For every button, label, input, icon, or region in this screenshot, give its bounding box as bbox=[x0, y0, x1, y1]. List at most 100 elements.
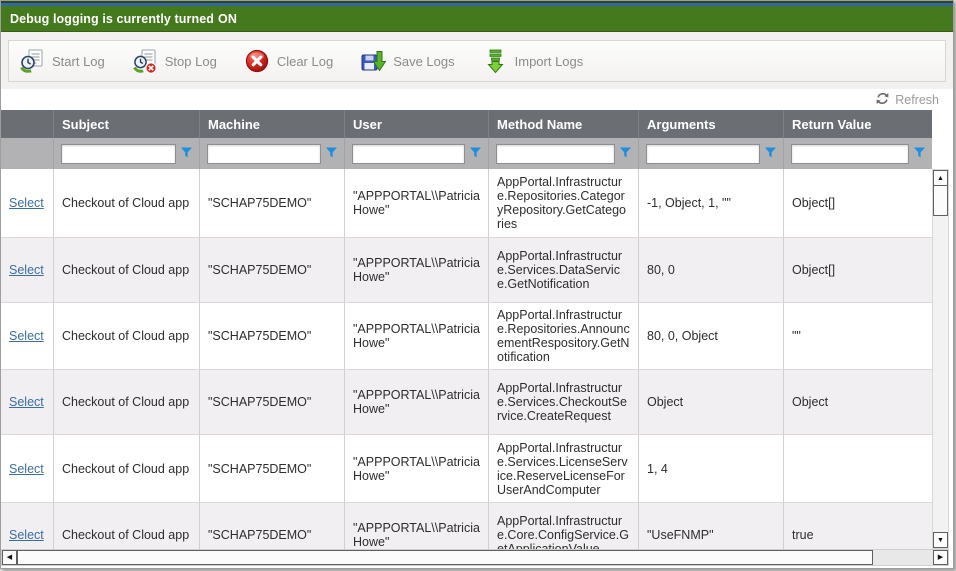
triangle-up-icon: ▲ bbox=[937, 175, 944, 182]
table-row: Select Checkout of Cloud app "SCHAP75DEM… bbox=[1, 238, 932, 303]
user-cell: "APPPORTAL\\PatriciaHowe" bbox=[345, 503, 489, 549]
table-row: Select Checkout of Cloud app "SCHAP75DEM… bbox=[1, 435, 932, 503]
stop-log-icon bbox=[132, 48, 158, 74]
filter-input-arguments[interactable] bbox=[646, 144, 760, 164]
header-subject[interactable]: Subject bbox=[54, 110, 200, 138]
grid-header-row: Subject Machine User Method Name Argumen… bbox=[1, 110, 932, 138]
stop-log-button[interactable]: Stop Log bbox=[132, 48, 217, 74]
table-row: Select Checkout of Cloud app "SCHAP75DEM… bbox=[1, 169, 932, 238]
triangle-left-icon: ◀ bbox=[7, 554, 12, 561]
arguments-cell: -1, Object, 1, "" bbox=[639, 169, 784, 237]
filter-cell-subject bbox=[54, 138, 200, 169]
filter-button-user[interactable] bbox=[465, 144, 485, 164]
import-logs-button[interactable]: Import Logs bbox=[482, 48, 584, 74]
filter-input-user[interactable] bbox=[352, 144, 465, 164]
funnel-icon bbox=[180, 146, 193, 162]
filter-cell-select bbox=[1, 138, 54, 169]
filter-button-machine[interactable] bbox=[321, 144, 341, 164]
save-logs-label: Save Logs bbox=[393, 54, 454, 69]
save-logs-button[interactable]: Save Logs bbox=[360, 48, 454, 74]
return-value-cell: "" bbox=[784, 303, 932, 369]
refresh-label: Refresh bbox=[895, 93, 939, 107]
horizontal-scrollbar-track[interactable] bbox=[17, 550, 933, 565]
filter-cell-machine bbox=[200, 138, 345, 169]
filter-input-machine[interactable] bbox=[207, 144, 321, 164]
subject-cell: Checkout of Cloud app bbox=[54, 503, 200, 549]
log-grid: Subject Machine User Method Name Argumen… bbox=[1, 110, 953, 549]
machine-cell: "SCHAP75DEMO" bbox=[200, 370, 345, 434]
horizontal-scrollbar[interactable]: ◀ ▶ bbox=[1, 549, 949, 566]
user-cell: "APPPORTAL\\PatriciaHowe" bbox=[345, 370, 489, 434]
banner-text: Debug logging is currently turned bbox=[10, 12, 214, 26]
save-logs-icon bbox=[360, 48, 386, 74]
funnel-icon bbox=[469, 146, 482, 162]
filter-button-return-value[interactable] bbox=[909, 144, 929, 164]
filter-input-return-value[interactable] bbox=[791, 144, 909, 164]
grid-rows-viewport: Select Checkout of Cloud app "SCHAP75DEM… bbox=[1, 169, 932, 549]
machine-cell: "SCHAP75DEMO" bbox=[200, 303, 345, 369]
filter-cell-user bbox=[345, 138, 489, 169]
debug-status-banner: Debug logging is currently turned ON bbox=[1, 6, 953, 32]
user-cell: "APPPORTAL\\PatriciaHowe" bbox=[345, 303, 489, 369]
method-name-cell: AppPortal.Infrastructure.Services.Licens… bbox=[489, 435, 639, 502]
scroll-up-button[interactable]: ▲ bbox=[933, 170, 948, 186]
refresh-button[interactable]: Refresh bbox=[876, 92, 939, 108]
clear-log-icon bbox=[244, 48, 270, 74]
scroll-left-button[interactable]: ◀ bbox=[2, 550, 17, 565]
header-arguments[interactable]: Arguments bbox=[639, 110, 784, 138]
start-log-button[interactable]: Start Log bbox=[19, 48, 105, 74]
start-log-label: Start Log bbox=[52, 54, 105, 69]
arguments-cell: Object bbox=[639, 370, 784, 434]
header-machine[interactable]: Machine bbox=[200, 110, 345, 138]
filter-button-method-name[interactable] bbox=[615, 144, 635, 164]
filter-input-subject[interactable] bbox=[61, 144, 176, 164]
select-link[interactable]: Select bbox=[9, 329, 44, 343]
filter-input-method-name[interactable] bbox=[496, 144, 615, 164]
method-name-cell: AppPortal.Infrastructure.Services.Checko… bbox=[489, 370, 639, 434]
user-cell: "APPPORTAL\\PatriciaHowe" bbox=[345, 169, 489, 237]
vertical-scrollbar-thumb[interactable] bbox=[933, 186, 948, 216]
method-name-cell: AppPortal.Infrastructure.Repositories.An… bbox=[489, 303, 639, 369]
select-link[interactable]: Select bbox=[9, 395, 44, 409]
select-link[interactable]: Select bbox=[9, 528, 44, 542]
clear-log-button[interactable]: Clear Log bbox=[244, 48, 333, 74]
header-user[interactable]: User bbox=[345, 110, 489, 138]
subject-cell: Checkout of Cloud app bbox=[54, 238, 200, 302]
machine-cell: "SCHAP75DEMO" bbox=[200, 169, 345, 237]
refresh-icon bbox=[876, 92, 889, 108]
scroll-right-button[interactable]: ▶ bbox=[933, 550, 948, 565]
select-link[interactable]: Select bbox=[9, 462, 44, 476]
scroll-down-button[interactable]: ▼ bbox=[933, 532, 948, 548]
grid-filter-row bbox=[1, 138, 932, 169]
toolbar-container: Start Log Stop Log bbox=[1, 32, 953, 89]
filter-button-subject[interactable] bbox=[176, 144, 196, 164]
funnel-icon bbox=[764, 146, 777, 162]
return-value-cell bbox=[784, 435, 932, 502]
machine-cell: "SCHAP75DEMO" bbox=[200, 503, 345, 549]
filter-button-arguments[interactable] bbox=[760, 144, 780, 164]
table-row: Select Checkout of Cloud app "SCHAP75DEM… bbox=[1, 503, 932, 549]
user-cell: "APPPORTAL\\PatriciaHowe" bbox=[345, 238, 489, 302]
machine-cell: "SCHAP75DEMO" bbox=[200, 435, 345, 502]
import-logs-icon bbox=[482, 48, 508, 74]
table-row: Select Checkout of Cloud app "SCHAP75DEM… bbox=[1, 303, 932, 370]
table-row: Select Checkout of Cloud app "SCHAP75DEM… bbox=[1, 370, 932, 435]
horizontal-scrollbar-thumb[interactable] bbox=[17, 550, 873, 565]
select-link[interactable]: Select bbox=[9, 196, 44, 210]
grid-actions-bar: Refresh bbox=[1, 89, 953, 110]
header-method-name[interactable]: Method Name bbox=[489, 110, 639, 138]
header-return-value[interactable]: Return Value bbox=[784, 110, 932, 138]
start-log-icon bbox=[19, 48, 45, 74]
vertical-scrollbar-track[interactable] bbox=[933, 216, 948, 532]
subject-cell: Checkout of Cloud app bbox=[54, 169, 200, 237]
method-name-cell: AppPortal.Infrastructure.Core.ConfigServ… bbox=[489, 503, 639, 549]
vertical-scrollbar[interactable]: ▲ ▼ bbox=[932, 169, 949, 549]
header-select bbox=[1, 110, 54, 138]
select-link[interactable]: Select bbox=[9, 263, 44, 277]
filter-cell-arguments bbox=[639, 138, 784, 169]
triangle-right-icon: ▶ bbox=[938, 554, 943, 561]
subject-cell: Checkout of Cloud app bbox=[54, 435, 200, 502]
method-name-cell: AppPortal.Infrastructure.Services.DataSe… bbox=[489, 238, 639, 302]
stop-log-label: Stop Log bbox=[165, 54, 217, 69]
method-name-cell: AppPortal.Infrastructure.Repositories.Ca… bbox=[489, 169, 639, 237]
